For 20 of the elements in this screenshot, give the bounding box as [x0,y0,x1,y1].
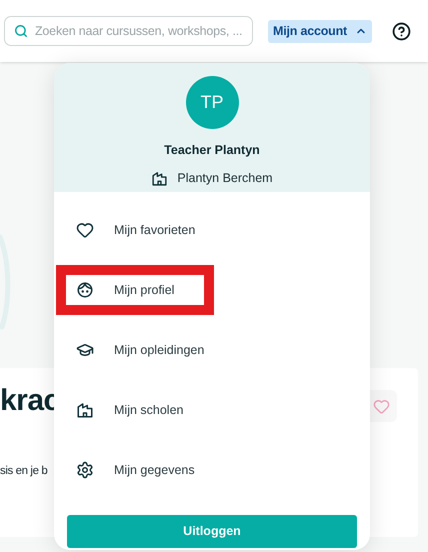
settings-icon [76,461,94,479]
graduation-cap-icon [76,341,94,359]
face-icon [76,281,94,299]
search-icon [14,24,28,38]
card-text: sis en je b [0,464,48,479]
menu-item[interactable]: Mijn scholen [56,385,224,435]
user-name: Teacher Plantyn [164,142,260,159]
building-icon [151,170,168,187]
menu-item[interactable]: Mijn favorieten [56,205,236,255]
heart-icon [372,398,390,414]
school-name: Plantyn Berchem [177,170,273,187]
heart-icon [76,221,94,239]
search-field[interactable]: Zoeken naar cursussen, workshops, ... [4,16,253,46]
menu-item[interactable]: Mijn opleidingen [56,325,244,375]
account-button[interactable]: Mijn account [268,20,372,42]
menu-item[interactable]: Mijn gegevens [56,445,235,495]
help-icon[interactable] [392,22,411,40]
menu-item[interactable]: Mijn profiel [56,265,214,315]
avatar: TP [186,76,238,129]
building-icon [76,401,94,419]
